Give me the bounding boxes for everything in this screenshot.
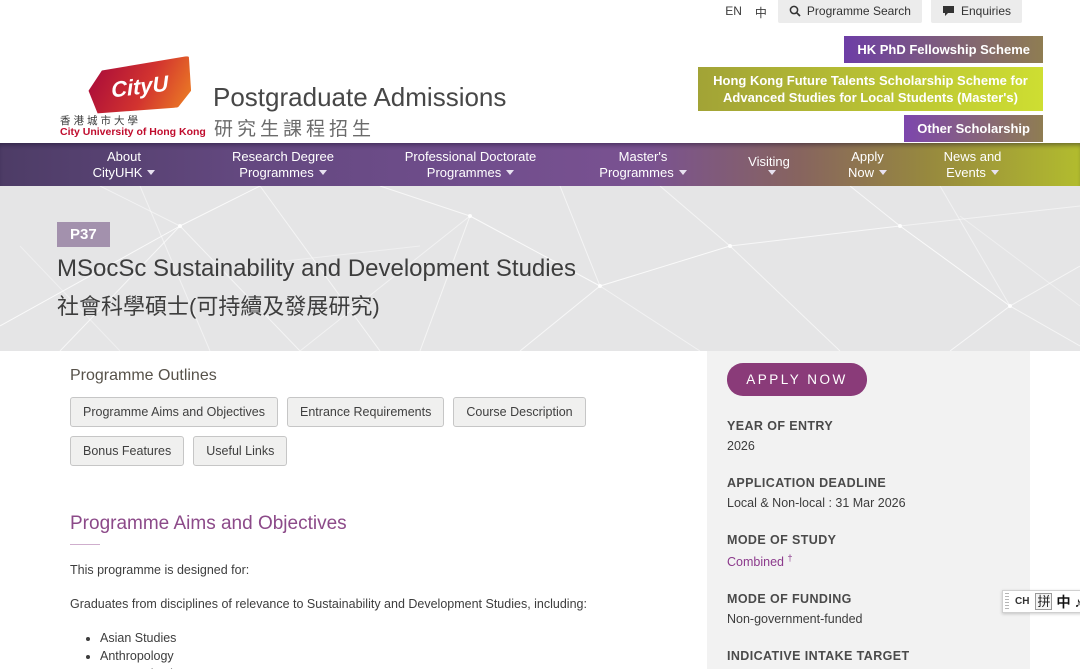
chevron-down-icon bbox=[506, 170, 514, 175]
nav-visiting[interactable]: Visiting bbox=[718, 143, 820, 186]
utility-bar: EN 中 Programme Search Enquiries bbox=[723, 0, 1022, 25]
main-column: Programme Outlines Programme Aims and Ob… bbox=[70, 351, 682, 669]
nav-professional-doctorate-programmes[interactable]: Professional Doctorate Programmes bbox=[373, 143, 568, 186]
programme-title-english: MSocSc Sustainability and Development St… bbox=[57, 255, 576, 283]
chevron-down-icon bbox=[679, 170, 687, 175]
tab-bonus-features[interactable]: Bonus Features bbox=[70, 436, 184, 466]
graduates-paragraph: Graduates from disciplines of relevance … bbox=[70, 596, 682, 613]
lang-en[interactable]: EN bbox=[723, 0, 744, 22]
enquiries-label: Enquiries bbox=[961, 4, 1011, 18]
programme-hero-banner: P37 MSocSc Sustainability and Developmen… bbox=[0, 186, 1080, 351]
future-talents-scholarship-link[interactable]: Hong Kong Future Talents Scholarship Sch… bbox=[698, 67, 1043, 111]
ime-charset-icon[interactable]: 中 bbox=[1056, 592, 1070, 612]
lang-zh[interactable]: 中 bbox=[753, 0, 769, 25]
ime-width-toggle-icon[interactable]: ♪ bbox=[1074, 594, 1080, 610]
cityu-logo-flag-icon: CityU bbox=[87, 55, 193, 118]
tab-course-description[interactable]: Course Description bbox=[453, 397, 585, 427]
programme-title-chinese: 社會科學碩士(可持續及發展研究) bbox=[57, 289, 380, 321]
programme-search-label: Programme Search bbox=[807, 4, 911, 18]
page: EN 中 Programme Search Enquiries HK PhD F… bbox=[0, 0, 1080, 669]
nav-masters-programmes[interactable]: Master's Programmes bbox=[568, 143, 718, 186]
ime-toolbar: CH 拼 中 ♪ bbox=[1002, 590, 1080, 613]
heading-underline bbox=[70, 544, 100, 545]
hk-phd-fellowship-link[interactable]: HK PhD Fellowship Scheme bbox=[844, 36, 1043, 63]
site-title: Postgraduate Admissions bbox=[213, 82, 506, 113]
apply-now-button[interactable]: APPLY NOW bbox=[727, 363, 867, 396]
tab-programme-aims[interactable]: Programme Aims and Objectives bbox=[70, 397, 278, 427]
dagger-footnote-marker: † bbox=[787, 553, 792, 563]
main-nav: About CityUHK Research Degree Programmes… bbox=[0, 143, 1080, 186]
ime-drag-handle-icon[interactable] bbox=[1005, 593, 1009, 610]
search-icon bbox=[789, 5, 801, 17]
logo-english-name: City University of Hong Kong bbox=[60, 126, 206, 138]
mode-of-study-value[interactable]: Combined † bbox=[727, 553, 1010, 569]
scholarship-links: HK PhD Fellowship Scheme Hong Kong Futur… bbox=[698, 36, 1043, 142]
programme-info-sidebar: APPLY NOW YEAR OF ENTRY 2026 APPLICATION… bbox=[707, 351, 1030, 669]
nav-research-degree-programmes[interactable]: Research Degree Programmes bbox=[193, 143, 373, 186]
programme-search-button[interactable]: Programme Search bbox=[778, 0, 922, 23]
content-area: Programme Outlines Programme Aims and Ob… bbox=[0, 351, 1080, 669]
indicative-intake-label: INDICATIVE INTAKE TARGET bbox=[727, 649, 1010, 663]
programme-code-badge: P37 bbox=[57, 222, 110, 247]
list-item: Communications bbox=[100, 665, 682, 669]
mode-of-funding-label: MODE OF FUNDING bbox=[727, 592, 1010, 606]
cityu-logo[interactable]: CityU 香港城市大學 City University of Hong Kon… bbox=[60, 60, 200, 140]
outline-tabs: Programme Aims and Objectives Entrance R… bbox=[70, 397, 670, 466]
site-header: EN 中 Programme Search Enquiries HK PhD F… bbox=[0, 0, 1080, 143]
site-title-chinese: 研究生課程招生 bbox=[214, 114, 375, 141]
tab-useful-links[interactable]: Useful Links bbox=[193, 436, 287, 466]
chevron-down-icon bbox=[768, 170, 776, 175]
intro-paragraph: This programme is designed for: bbox=[70, 562, 682, 579]
chevron-down-icon bbox=[319, 170, 327, 175]
mode-of-study-label: MODE OF STUDY bbox=[727, 533, 1010, 547]
application-deadline-label: APPLICATION DEADLINE bbox=[727, 476, 1010, 490]
other-scholarship-link[interactable]: Other Scholarship bbox=[904, 115, 1043, 142]
discipline-list: Asian Studies Anthropology Communication… bbox=[70, 629, 682, 669]
chat-bubble-icon bbox=[942, 5, 955, 17]
application-deadline-value: Local & Non-local : 31 Mar 2026 bbox=[727, 496, 1010, 510]
list-item: Asian Studies bbox=[100, 629, 682, 647]
chevron-down-icon bbox=[879, 170, 887, 175]
tab-entrance-requirements[interactable]: Entrance Requirements bbox=[287, 397, 444, 427]
year-of-entry-label: YEAR OF ENTRY bbox=[727, 419, 1010, 433]
nav-news-and-events[interactable]: News and Events bbox=[915, 143, 1030, 186]
programme-outlines-heading: Programme Outlines bbox=[70, 367, 682, 385]
year-of-entry-value: 2026 bbox=[727, 439, 1010, 453]
enquiries-button[interactable]: Enquiries bbox=[931, 0, 1022, 23]
mode-of-funding-value: Non-government-funded bbox=[727, 612, 1010, 626]
list-item: Anthropology bbox=[100, 647, 682, 665]
chevron-down-icon bbox=[991, 170, 999, 175]
nav-apply-now[interactable]: Apply Now bbox=[820, 143, 915, 186]
ime-pinyin-icon[interactable]: 拼 bbox=[1035, 593, 1052, 610]
section-heading-aims: Programme Aims and Objectives bbox=[70, 513, 682, 535]
ime-language-indicator[interactable]: CH bbox=[1013, 595, 1031, 608]
chevron-down-icon bbox=[147, 170, 155, 175]
nav-about-cityuhk[interactable]: About CityUHK bbox=[55, 143, 193, 186]
